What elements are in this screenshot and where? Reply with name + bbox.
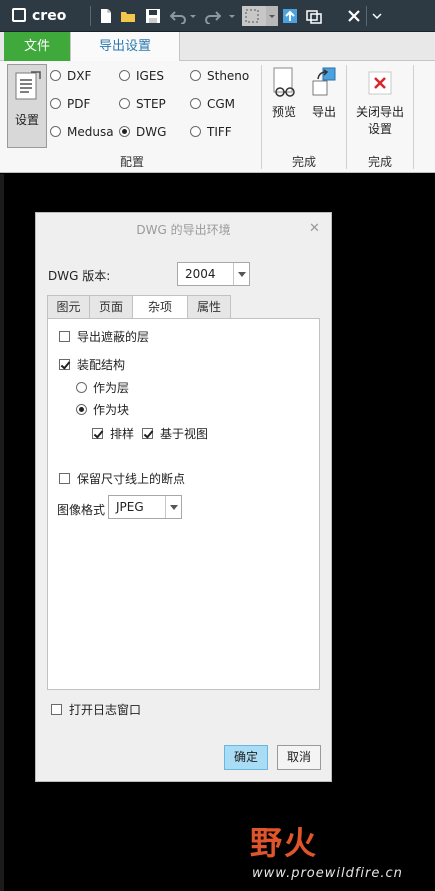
ok-button[interactable]: 确定 [224, 745, 268, 770]
close-red-icon [368, 71, 392, 95]
export-button[interactable]: 导出 [308, 67, 340, 121]
chevron-down-icon [165, 496, 181, 518]
customize-toolbar-icon[interactable] [372, 8, 382, 24]
dwg-export-dialog: DWG 的导出环境 ✕ DWG 版本: 2004 图元 页面 杂项 属性 导出遮… [35, 212, 332, 782]
close-export-label-1: 关闭导出 [355, 105, 404, 119]
tab-entities[interactable]: 图元 [47, 295, 90, 319]
new-file-icon[interactable] [98, 8, 114, 24]
save-icon[interactable] [145, 8, 161, 24]
export-hidden-layers-checkbox[interactable]: 导出遮蔽的层 [59, 328, 149, 345]
undo-icon[interactable] [170, 8, 186, 24]
dwg-version-select[interactable]: 2004 [177, 262, 250, 286]
layout-checkbox[interactable]: 排样 [92, 425, 134, 442]
select-box-icon[interactable] [242, 6, 266, 26]
select-dropdown-icon[interactable] [266, 6, 278, 26]
view-based-checkbox[interactable]: 基于视图 [142, 425, 208, 442]
tab-export-setup[interactable]: 导出设置 [70, 32, 180, 62]
format-radio-step[interactable]: STEP [119, 97, 166, 111]
group-label-finish-2: 完成 [367, 155, 392, 169]
settings-label: 设置 [14, 113, 39, 127]
open-folder-icon[interactable] [120, 8, 136, 24]
cancel-button[interactable]: 取消 [277, 745, 321, 770]
format-radio-tiff[interactable]: TIFF [190, 125, 232, 139]
dialog-close-icon[interactable]: ✕ [309, 222, 321, 235]
app-window: creo 文件 导出设置 设置 DXF IGES Stheno PDF STEP… [0, 0, 435, 891]
format-radio-iges[interactable]: IGES [119, 69, 164, 83]
export-label: 导出 [311, 105, 336, 119]
close-window-icon[interactable] [346, 8, 362, 24]
close-export-setup-button[interactable]: 关闭导出 设置 [350, 67, 410, 138]
regenerate-icon[interactable] [282, 8, 298, 24]
ribbon-tabs: 文件 导出设置 [0, 32, 435, 62]
tab-file[interactable]: 文件 [4, 32, 70, 61]
format-radio-dwg[interactable]: DWG [119, 125, 166, 139]
watermark-url: www.proewildfire.cn [252, 866, 403, 881]
creo-logo: creo [12, 8, 80, 24]
preview-icon [273, 67, 295, 97]
close-export-label-2: 设置 [367, 122, 392, 136]
as-layer-radio[interactable]: 作为层 [76, 379, 129, 396]
preview-label: 预览 [271, 105, 296, 119]
as-block-radio[interactable]: 作为块 [76, 401, 129, 418]
ribbon: 设置 DXF IGES Stheno PDF STEP CGM Medusa D… [0, 61, 435, 173]
format-radio-medusa[interactable]: Medusa [50, 125, 114, 139]
dwg-version-label: DWG 版本: [48, 269, 111, 283]
export-icon [312, 67, 336, 96]
group-label-config: 配置 [119, 155, 144, 169]
format-radio-stheno[interactable]: Stheno [190, 69, 249, 83]
tab-page[interactable]: 页面 [89, 295, 133, 319]
tab-misc[interactable]: 杂项 [132, 295, 188, 320]
dialog-title: DWG 的导出环境 [136, 223, 231, 237]
left-edge-bar [0, 174, 4, 891]
redo-icon[interactable] [205, 8, 221, 24]
image-format-label: 图像格式 [57, 503, 106, 517]
format-radio-cgm[interactable]: CGM [190, 97, 235, 111]
misc-panel: 导出遮蔽的层 装配结构 作为层 作为块 排样 基于视图 保留尺寸线上的断点 图像… [47, 318, 320, 690]
undo-dropdown-icon[interactable] [188, 8, 198, 24]
open-log-window-checkbox[interactable]: 打开日志窗口 [51, 701, 141, 718]
settings-doc-icon [15, 71, 41, 100]
preview-button[interactable]: 预览 [268, 67, 300, 121]
tab-attributes[interactable]: 属性 [187, 295, 231, 319]
windows-icon[interactable] [306, 8, 322, 24]
assembly-structure-checkbox[interactable]: 装配结构 [59, 356, 125, 373]
dwg-version-value: 2004 [185, 267, 216, 281]
format-radio-pdf[interactable]: PDF [50, 97, 90, 111]
image-format-select[interactable]: JPEG [108, 495, 182, 519]
settings-button[interactable]: 设置 [7, 64, 47, 148]
keep-dimension-breaks-checkbox[interactable]: 保留尺寸线上的断点 [59, 470, 185, 487]
format-radio-dxf[interactable]: DXF [50, 69, 91, 83]
title-bar: creo [0, 0, 435, 32]
watermark-logo: 野火 [250, 824, 319, 862]
redo-dropdown-icon[interactable] [227, 8, 237, 24]
group-label-finish: 完成 [291, 155, 316, 169]
image-format-value: JPEG [116, 500, 144, 514]
chevron-down-icon [233, 263, 249, 285]
